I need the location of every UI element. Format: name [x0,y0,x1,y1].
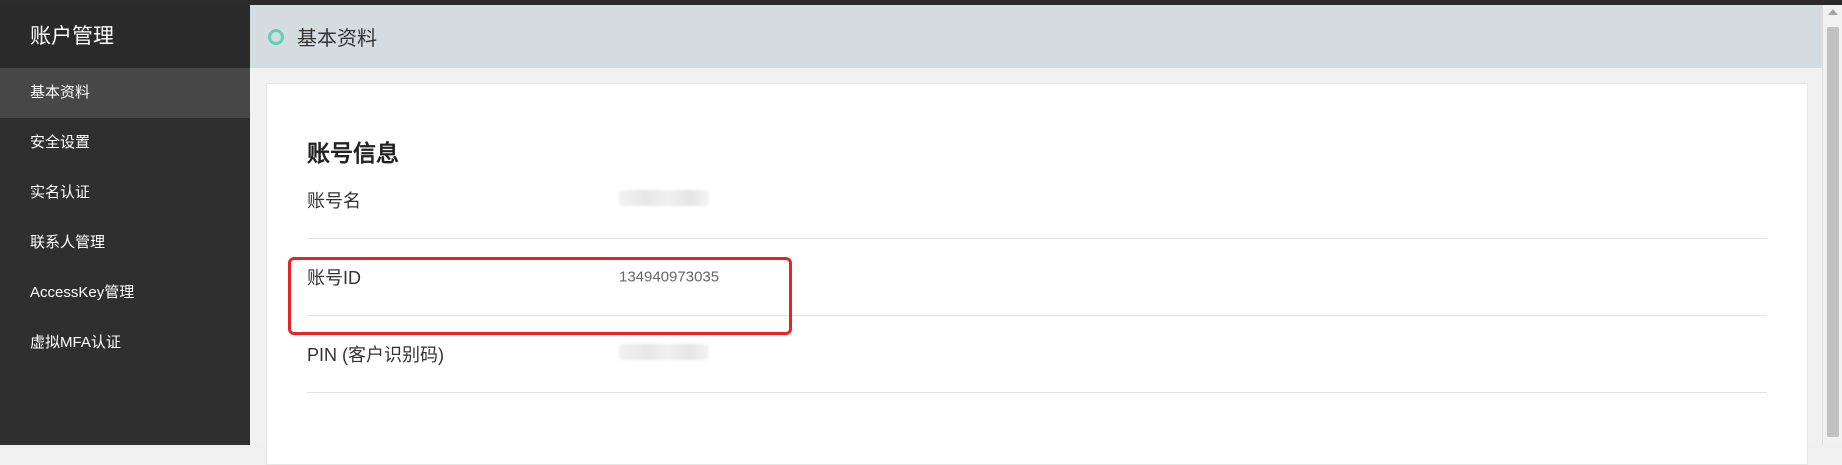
sidebar-item-contacts[interactable]: 联系人管理 [0,218,250,268]
sidebar-item-virtual-mfa[interactable]: 虚拟MFA认证 [0,318,250,368]
account-name-value [619,190,709,210]
page-header: 基本资料 [250,5,1822,68]
main-content: 基本资料 账号信息 账号名 账号ID 134940973035 PIN (客户识… [250,5,1822,465]
sidebar-item-real-name-auth[interactable]: 实名认证 [0,168,250,218]
account-name-label: 账号名 [307,191,361,211]
row-pin: PIN (客户识别码) [307,316,1767,393]
redacted-value [619,344,709,360]
sidebar: 账户管理 基本资料 安全设置 实名认证 联系人管理 AccessKey管理 虚拟… [0,5,250,445]
redacted-value [619,190,709,206]
page-title: 基本资料 [297,28,377,50]
sidebar-item-accesskey[interactable]: AccessKey管理 [0,268,250,318]
sidebar-item-security-settings[interactable]: 安全设置 [0,118,250,168]
sidebar-title: 账户管理 [0,5,250,68]
account-id-value: 134940973035 [619,268,720,286]
scroll-thumb[interactable] [1827,27,1839,437]
account-id-label: 账号ID [307,268,361,288]
row-account-name: 账号名 [307,162,1767,239]
account-info-card: 账号信息 账号名 账号ID 134940973035 PIN (客户识别码) [266,83,1808,465]
ring-icon [268,28,284,45]
row-account-id: 账号ID 134940973035 [307,239,1767,316]
scroll-up-arrow-icon[interactable] [1828,9,1838,15]
vertical-scrollbar[interactable] [1822,5,1842,445]
pin-label: PIN (客户识别码) [307,345,444,365]
sidebar-item-basic-info[interactable]: 基本资料 [0,68,250,118]
pin-value [619,344,709,364]
